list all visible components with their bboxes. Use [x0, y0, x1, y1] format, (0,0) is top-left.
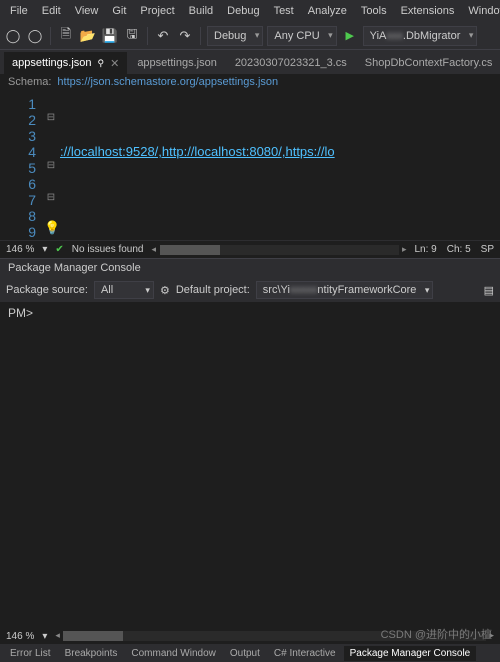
line-gutter: 123456789	[0, 92, 44, 240]
url-text[interactable]: ://localhost:9528/,http://localhost:8080…	[60, 144, 335, 159]
gear-icon[interactable]: ⚙	[160, 284, 170, 297]
ok-icon: ✔	[55, 244, 63, 255]
schema-bar: Schema: https://json.schemastore.org/app…	[0, 74, 500, 92]
nav-fwd-icon[interactable]: ◯	[26, 27, 44, 45]
bottom-tabs: Error ListBreakpointsCommand WindowOutpu…	[0, 644, 500, 662]
menu-git[interactable]: Git	[106, 3, 132, 19]
pmc-toolbar: Package source: All ⚙ Default project: s…	[0, 278, 500, 302]
menu-file[interactable]: File	[4, 3, 34, 19]
menu-project[interactable]: Project	[134, 3, 180, 19]
panel-tab[interactable]: Command Window	[125, 646, 221, 661]
start-icon[interactable]: ▶	[341, 27, 359, 45]
nav-back-icon[interactable]: ◯	[4, 27, 22, 45]
platform-combo[interactable]: Any CPU	[267, 26, 336, 46]
startup-combo[interactable]: YiAxxx.DbMigrator	[363, 26, 478, 46]
more-status: SP	[481, 244, 494, 255]
menu-bar: FileEditViewGitProjectBuildDebugTestAnal…	[0, 0, 500, 22]
tab[interactable]: ShopDbContextFactory.cs	[357, 52, 500, 74]
menu-view[interactable]: View	[69, 3, 105, 19]
undo-icon[interactable]: ↶	[154, 27, 172, 45]
save-icon[interactable]: 💾	[101, 27, 119, 45]
panel-tab[interactable]: C# Interactive	[268, 646, 342, 661]
menu-extensions[interactable]: Extensions	[395, 3, 461, 19]
default-proj-label: Default project:	[176, 284, 250, 296]
close-icon[interactable]: ✕	[110, 57, 119, 70]
menu-debug[interactable]: Debug	[221, 3, 265, 19]
tab[interactable]: appsettings.json	[129, 52, 225, 74]
tab[interactable]: 20230307023321_3.cs	[227, 52, 355, 74]
lightbulb-icon[interactable]: 💡	[44, 220, 60, 236]
char-pos[interactable]: Ch: 5	[447, 244, 471, 255]
code-area[interactable]: ://localhost:9528/,http://localhost:8080…	[58, 92, 500, 240]
menu-edit[interactable]: Edit	[36, 3, 67, 19]
editor-status-bar: 146 %▾ ✔ No issues found ◂▸ Ln: 9 Ch: 5 …	[0, 240, 500, 258]
new-file-icon[interactable]: 🗎	[57, 27, 75, 45]
panel-tab[interactable]: Error List	[4, 646, 57, 661]
open-icon[interactable]: 📂	[79, 27, 97, 45]
menu-test[interactable]: Test	[268, 3, 300, 19]
menu-window[interactable]: Window	[462, 3, 500, 19]
menu-analyze[interactable]: Analyze	[302, 3, 353, 19]
fold-gutter[interactable]: ⊟⊟⊟	[44, 92, 58, 240]
panel-tab[interactable]: Breakpoints	[59, 646, 124, 661]
pmc-zoom[interactable]: 146 %	[6, 631, 34, 642]
watermark: CSDN @进阶中的小檀	[381, 626, 492, 642]
code-editor[interactable]: 123456789 ⊟⊟⊟ ://localhost:9528/,http://…	[0, 92, 500, 240]
document-tabs: appsettings.json⚲✕appsettings.json202303…	[0, 50, 500, 74]
redo-icon[interactable]: ↷	[176, 27, 194, 45]
menu-build[interactable]: Build	[183, 3, 219, 19]
panel-tab[interactable]: Output	[224, 646, 266, 661]
pkg-src-label: Package source:	[6, 284, 88, 296]
schema-link[interactable]: https://json.schemastore.org/appsettings…	[57, 76, 278, 90]
config-combo[interactable]: Debug	[207, 26, 263, 46]
pmc-console[interactable]: PM>	[0, 302, 500, 628]
h-scrollbar[interactable]: ◂▸	[160, 245, 399, 255]
default-proj-combo[interactable]: src\YixxxxxntityFrameworkCore	[256, 281, 434, 299]
pmc-title: Package Manager Console	[0, 258, 500, 278]
pmc-prompt: PM>	[8, 306, 33, 320]
line-pos[interactable]: Ln: 9	[415, 244, 437, 255]
clear-icon[interactable]: ▤	[484, 284, 494, 297]
schema-label: Schema:	[8, 76, 51, 90]
save-all-icon[interactable]: 🖫	[123, 27, 141, 45]
menu-tools[interactable]: Tools	[355, 3, 393, 19]
issues-text[interactable]: No issues found	[72, 244, 144, 255]
main-toolbar: ◯ ◯ 🗎 📂 💾 🖫 ↶ ↷ Debug Any CPU ▶ YiAxxx.D…	[0, 22, 500, 50]
tab[interactable]: appsettings.json⚲✕	[4, 52, 127, 74]
zoom-level[interactable]: 146 %	[6, 244, 34, 255]
panel-tab[interactable]: Package Manager Console	[344, 646, 477, 661]
pkg-src-combo[interactable]: All	[94, 281, 154, 299]
